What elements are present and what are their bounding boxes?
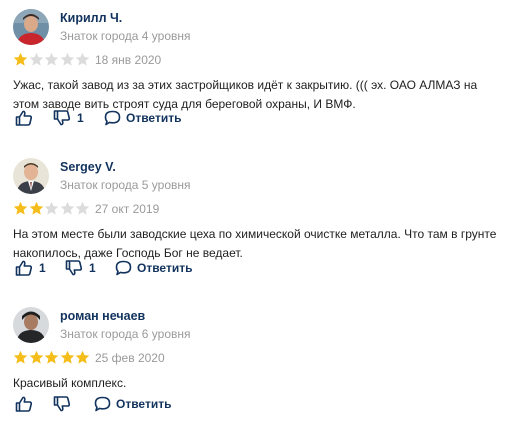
avatar[interactable]: [13, 158, 49, 194]
dislike-button[interactable]: 1: [53, 109, 84, 127]
author-level: Знаток города 4 уровня: [60, 29, 191, 43]
author-name[interactable]: Sergey V.: [60, 160, 116, 174]
star-filled-icon: [13, 52, 28, 66]
review-card: Sergey V. Знаток города 5 уровня 27 окт …: [0, 158, 511, 278]
star-empty-icon: [75, 201, 90, 215]
review-text: На этом месте были заводские цеха по хим…: [13, 227, 497, 260]
author-name[interactable]: роман нечаев: [60, 309, 145, 323]
dislike-button[interactable]: [53, 395, 77, 413]
like-count: 1: [39, 261, 46, 275]
dislike-count: 1: [89, 261, 96, 275]
star-empty-icon: [60, 52, 74, 66]
review-date: 27 окт 2019: [95, 202, 160, 216]
author-name[interactable]: Кирилл Ч.: [60, 11, 122, 25]
like-button[interactable]: 1: [15, 259, 46, 277]
reply-button[interactable]: Ответить: [115, 259, 192, 277]
rating-stars: [13, 201, 91, 217]
reply-button[interactable]: Ответить: [94, 395, 171, 413]
thumbs-up-icon: [15, 110, 33, 126]
like-button[interactable]: [15, 395, 39, 413]
star-empty-icon: [44, 201, 59, 215]
like-button[interactable]: [15, 109, 39, 127]
dislike-button[interactable]: 1: [65, 259, 96, 277]
review-card: роман нечаев Знаток города 6 уровня 25 ф…: [0, 307, 511, 417]
star-filled-icon: [60, 350, 74, 364]
thumbs-down-icon: [53, 396, 71, 412]
reply-label: Ответить: [116, 397, 172, 411]
speech-bubble-icon: [115, 260, 132, 276]
user-photo-icon: [13, 9, 49, 45]
reply-label: Ответить: [137, 261, 193, 275]
star-empty-icon: [29, 52, 43, 66]
review-text: Ужас, такой завод из за этих застройщико…: [13, 78, 478, 111]
star-filled-icon: [29, 201, 43, 215]
thumbs-up-icon: [15, 260, 33, 276]
thumbs-up-icon: [15, 396, 33, 412]
star-filled-icon: [75, 350, 90, 364]
speech-bubble-icon: [94, 396, 111, 412]
star-filled-icon: [44, 350, 59, 364]
speech-bubble-icon: [104, 110, 121, 126]
star-filled-icon: [13, 350, 28, 364]
reply-label: Ответить: [126, 111, 182, 125]
star-empty-icon: [44, 52, 59, 66]
review-date: 25 фев 2020: [95, 351, 165, 365]
star-filled-icon: [29, 350, 43, 364]
dislike-count: 1: [77, 111, 84, 125]
avatar[interactable]: [13, 9, 49, 45]
review-card: Кирилл Ч. Знаток города 4 уровня 18 янв …: [0, 9, 511, 129]
rating-stars: [13, 52, 91, 68]
user-photo-icon: [13, 158, 49, 194]
author-level: Знаток города 5 уровня: [60, 178, 191, 192]
avatar[interactable]: [13, 307, 49, 343]
thumbs-down-icon: [53, 110, 71, 126]
thumbs-down-icon: [65, 260, 83, 276]
user-photo-icon: [13, 307, 49, 343]
rating-stars: [13, 350, 91, 366]
star-empty-icon: [75, 52, 90, 66]
review-text: Красивый комплекс.: [13, 376, 127, 390]
author-level: Знаток города 6 уровня: [60, 327, 191, 341]
star-empty-icon: [60, 201, 74, 215]
star-filled-icon: [13, 201, 28, 215]
review-date: 18 янв 2020: [95, 53, 162, 67]
reply-button[interactable]: Ответить: [104, 109, 181, 127]
